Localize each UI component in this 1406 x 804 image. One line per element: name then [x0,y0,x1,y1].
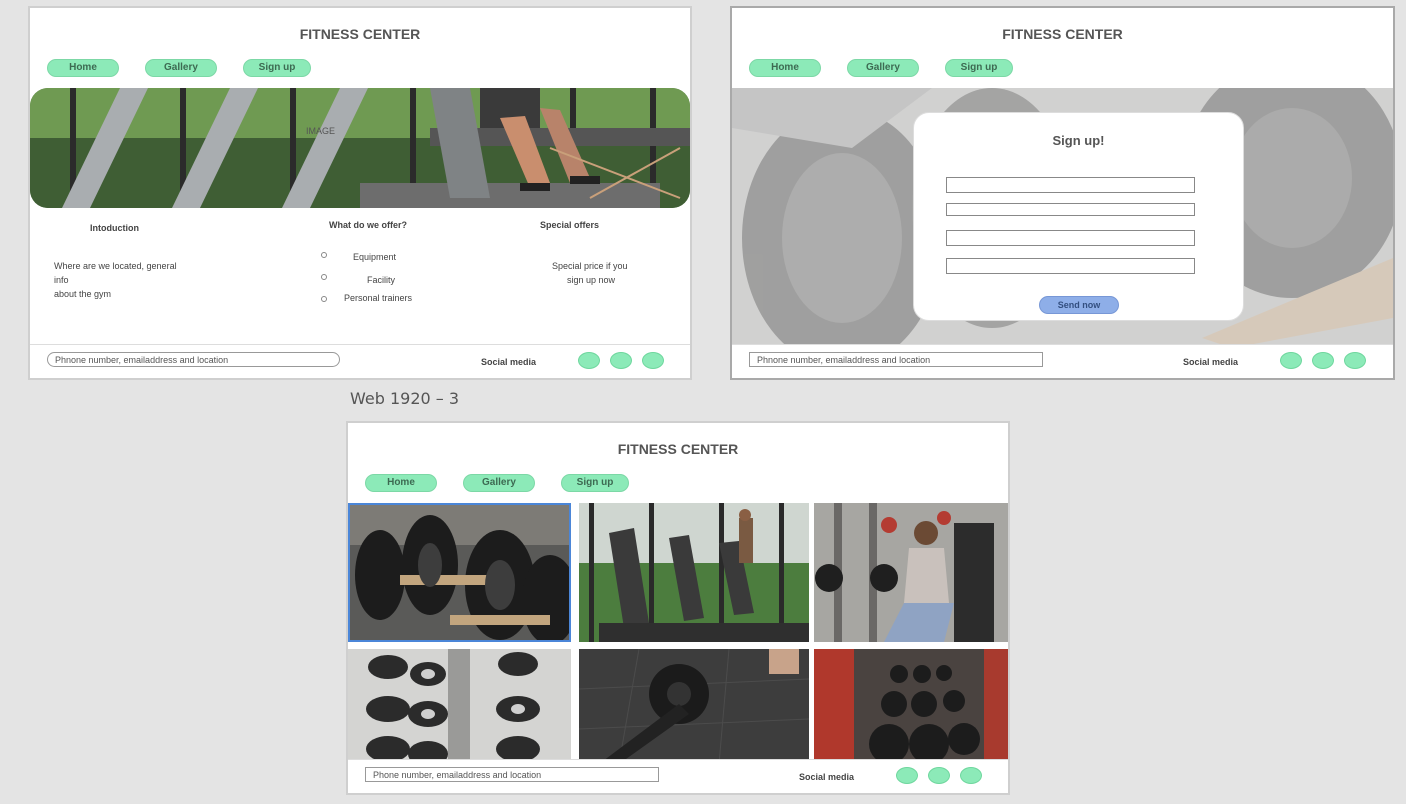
nav-signup-button[interactable]: Sign up [243,59,311,77]
social-media-icon[interactable] [1344,352,1366,369]
page-title: FITNESS CENTER [299,26,421,42]
social-media-icon[interactable] [928,767,950,784]
special-offers-heading: Special offers [540,220,600,230]
page-title: FITNESS CENTER [1002,26,1123,42]
gallery-image-dumbbells[interactable] [348,503,571,642]
special-text-line: sign up now [567,275,616,285]
modal-title: Sign up! [1052,133,1105,148]
footer: Phnone number, emailaddress and location… [732,344,1393,378]
gallery-image-dumbbell-rack[interactable] [348,649,571,764]
signup-field-3[interactable] [946,230,1195,246]
social-media-icon[interactable] [578,352,600,369]
hero-image: IMAGE [30,88,690,208]
social-media-label: Social media [481,357,537,367]
intro-text-line: info [54,275,69,285]
gallery-image-woman-lifting[interactable] [814,503,1008,642]
bullet-icon [321,296,327,302]
intro-text-line: Where are we located, general [54,261,177,271]
social-media-label: Social media [1183,357,1239,367]
signup-field-2[interactable] [946,203,1195,216]
nav-home-button[interactable]: Home [365,474,437,492]
social-media-icon[interactable] [1312,352,1334,369]
nav-gallery-button[interactable]: Gallery [463,474,535,492]
bullet-icon [321,252,327,258]
contact-info-field: Phnone number, emailaddress and location [749,352,1043,367]
gallery-image-kettlebells[interactable] [814,649,1008,764]
gallery-image-rowing-machine[interactable] [579,649,809,764]
social-media-icon[interactable] [1280,352,1302,369]
nav-home-button[interactable]: Home [47,59,119,77]
intro-text-line: about the gym [54,289,112,299]
footer: Phone number, emailaddress and location … [348,759,1008,793]
page-title: FITNESS CENTER [617,441,739,457]
offer-heading: What do we offer? [329,220,407,230]
gallery-page-frame: FITNESS CENTER Home Gallery Sign up Phon… [346,421,1010,795]
signup-page-frame: FITNESS CENTER Home Gallery Sign up Sign… [730,6,1395,380]
nav-home-button[interactable]: Home [749,59,821,77]
nav-signup-button[interactable]: Sign up [561,474,629,492]
frame-label: Web 1920 – 3 [350,389,460,408]
contact-info-field: Phnone number, emailaddress and location [47,352,340,367]
intro-heading: Intoduction [90,223,139,233]
special-text-line: Special price if you [552,261,628,271]
footer: Phnone number, emailaddress and location… [30,344,690,378]
nav-gallery-button[interactable]: Gallery [847,59,919,77]
signup-modal: Sign up! Send now [913,112,1244,321]
bullet-icon [321,274,327,280]
social-media-icon[interactable] [610,352,632,369]
contact-info-field: Phone number, emailaddress and location [365,767,659,782]
offer-item: Facility [367,275,396,285]
gallery-image-treadmill[interactable] [579,503,809,642]
social-media-icon[interactable] [896,767,918,784]
offer-item: Equipment [353,252,397,262]
social-media-label: Social media [799,772,855,782]
nav-gallery-button[interactable]: Gallery [145,59,217,77]
hero-image-label: IMAGE [306,126,336,136]
nav-signup-button[interactable]: Sign up [945,59,1013,77]
home-page-frame: FITNESS CENTER Home Gallery Sign up IMAG… [28,6,692,380]
social-media-icon[interactable] [960,767,982,784]
signup-field-4[interactable] [946,258,1195,274]
signup-field-1[interactable] [946,177,1195,193]
offer-item: Personal trainers [344,293,413,303]
send-now-button[interactable]: Send now [1039,296,1119,314]
social-media-icon[interactable] [642,352,664,369]
